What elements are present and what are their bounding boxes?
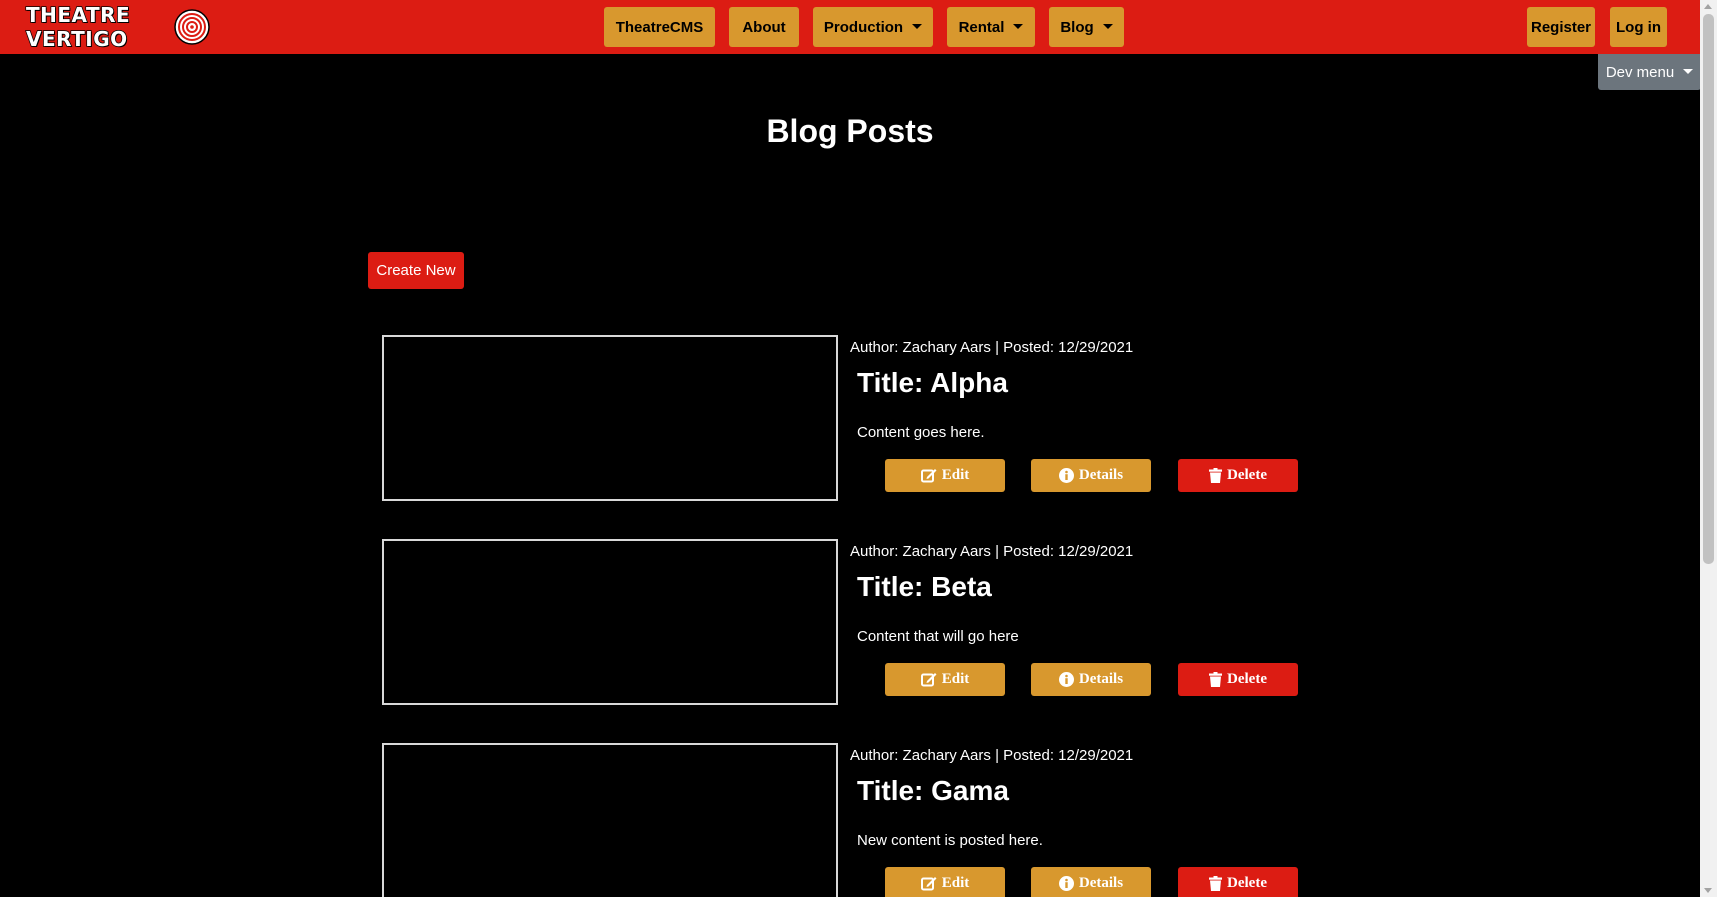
- scroll-down-arrow-icon[interactable]: [1704, 888, 1712, 893]
- nav-about[interactable]: About: [729, 7, 799, 47]
- nav-rental-label: Rental: [958, 18, 1005, 36]
- post-meta: Author: Zachary Aars | Posted: 12/29/202…: [850, 339, 1134, 356]
- nav-production-label: Production: [823, 18, 904, 36]
- post-meta: Author: Zachary Aars | Posted: 12/29/202…: [850, 747, 1134, 764]
- nav-theatrecms-label: TheatreCMS: [615, 18, 704, 36]
- edit-label: Edit: [941, 875, 970, 891]
- delete-button[interactable]: Delete: [1178, 867, 1298, 897]
- caret-down-icon: [1013, 23, 1024, 29]
- caret-down-icon: [1102, 23, 1113, 29]
- edit-button[interactable]: Edit: [885, 867, 1005, 897]
- details-label: Details: [1078, 467, 1124, 483]
- details-button[interactable]: Details: [1031, 663, 1151, 696]
- post-meta: Author: Zachary Aars | Posted: 12/29/202…: [850, 543, 1134, 560]
- nav-rental-dropdown[interactable]: Rental: [947, 7, 1035, 47]
- page-title: Blog Posts: [766, 113, 934, 149]
- delete-label: Delete: [1227, 467, 1267, 483]
- scroll-up-arrow-icon[interactable]: [1704, 4, 1712, 9]
- delete-label: Delete: [1227, 671, 1267, 687]
- nav-about-label: About: [742, 18, 786, 36]
- info-circle-icon: [1058, 468, 1074, 483]
- edit-icon: [920, 673, 937, 687]
- post-title: Title: Gama: [857, 775, 1009, 806]
- top-navbar: THEATRE VERTIGO TheatreCMS About Product…: [0, 0, 1700, 54]
- post-title: Title: Beta: [857, 571, 992, 602]
- trash-icon: [1209, 876, 1223, 891]
- blog-post-card: Author: Zachary Aars | Posted: 12/29/202…: [382, 335, 1302, 505]
- login-button[interactable]: Log in: [1610, 7, 1667, 47]
- edit-button[interactable]: Edit: [885, 459, 1005, 492]
- post-title: Title: Alpha: [857, 367, 1008, 398]
- create-new-label: Create New: [376, 262, 456, 279]
- details-label: Details: [1078, 671, 1124, 687]
- post-content: Content that will go here: [857, 628, 1019, 645]
- dev-menu-dropdown[interactable]: Dev menu: [1598, 54, 1701, 90]
- nav-theatrecms[interactable]: TheatreCMS: [604, 7, 715, 47]
- blog-post-card: Author: Zachary Aars | Posted: 12/29/202…: [382, 743, 1302, 897]
- details-button[interactable]: Details: [1031, 867, 1151, 897]
- post-content: New content is posted here.: [857, 832, 1043, 849]
- create-new-button[interactable]: Create New: [368, 252, 464, 289]
- edit-label: Edit: [941, 671, 970, 687]
- dev-menu-label: Dev menu: [1605, 63, 1675, 81]
- info-circle-icon: [1058, 876, 1074, 891]
- logo-spiral-icon: [174, 9, 210, 45]
- delete-button[interactable]: Delete: [1178, 459, 1298, 492]
- register-button[interactable]: Register: [1527, 7, 1595, 47]
- edit-button[interactable]: Edit: [885, 663, 1005, 696]
- nav-production-dropdown[interactable]: Production: [813, 7, 933, 47]
- vertical-scrollbar[interactable]: [1700, 0, 1717, 897]
- blog-post-card: Author: Zachary Aars | Posted: 12/29/202…: [382, 539, 1302, 709]
- delete-button[interactable]: Delete: [1178, 663, 1298, 696]
- nav-blog-dropdown[interactable]: Blog: [1049, 7, 1124, 47]
- post-image-placeholder: [382, 335, 838, 501]
- edit-label: Edit: [941, 467, 970, 483]
- info-circle-icon: [1058, 672, 1074, 687]
- details-label: Details: [1078, 875, 1124, 891]
- caret-down-icon: [1683, 68, 1694, 74]
- register-label: Register: [1530, 18, 1592, 36]
- details-button[interactable]: Details: [1031, 459, 1151, 492]
- post-content: Content goes here.: [857, 424, 985, 441]
- caret-down-icon: [912, 23, 923, 29]
- scrollbar-thumb[interactable]: [1703, 14, 1714, 564]
- login-label: Log in: [1616, 18, 1661, 36]
- nav-blog-label: Blog: [1060, 18, 1094, 36]
- post-image-placeholder: [382, 539, 838, 705]
- theatre-vertigo-logo[interactable]: THEATRE VERTIGO: [25, 2, 211, 52]
- post-image-placeholder: [382, 743, 838, 897]
- trash-icon: [1209, 468, 1223, 483]
- edit-icon: [920, 877, 937, 891]
- edit-icon: [920, 469, 937, 483]
- trash-icon: [1209, 672, 1223, 687]
- delete-label: Delete: [1227, 875, 1267, 891]
